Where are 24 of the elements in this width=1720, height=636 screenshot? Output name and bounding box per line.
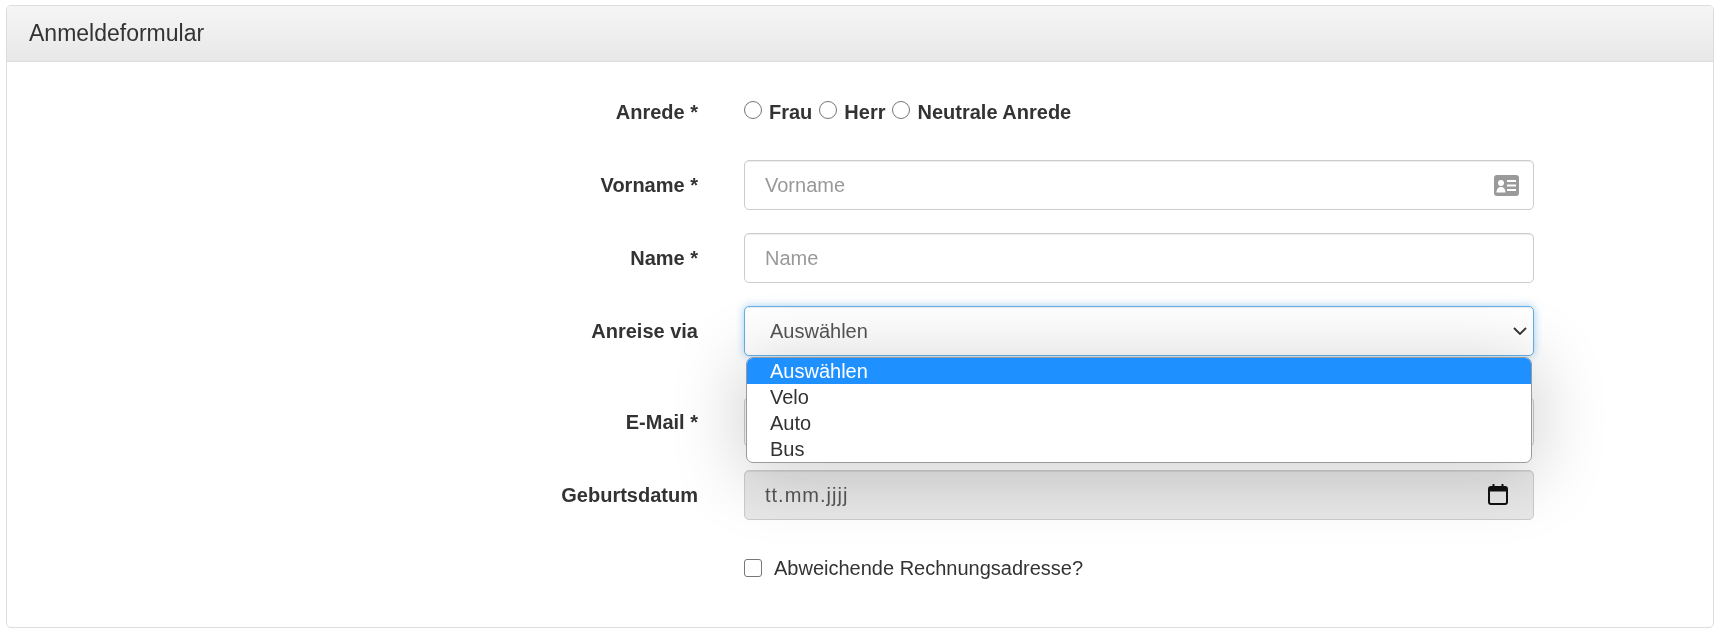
checkbox[interactable]: [744, 559, 762, 577]
radio-button[interactable]: [892, 101, 911, 119]
dropdown-option[interactable]: Velo: [747, 384, 1531, 410]
checkbox-label[interactable]: Abweichende Rechnungsadresse?: [774, 556, 1084, 580]
dropdown-option[interactable]: Auto: [747, 410, 1531, 436]
panel-title: Anmeldeformular: [29, 20, 205, 47]
field-label: Name *: [630, 246, 698, 270]
date-field[interactable]: tt.mm.jjjj: [744, 470, 1534, 520]
radio-button[interactable]: [744, 101, 762, 119]
text-field[interactable]: Vorname: [744, 160, 1534, 210]
select-field[interactable]: Auswählen: [744, 306, 1534, 356]
field-label: Anrede *: [615, 100, 698, 124]
field-label: Anreise via: [591, 319, 698, 343]
calendar-icon[interactable]: [1488, 484, 1508, 505]
radio-label[interactable]: Herr: [844, 100, 886, 124]
text-field[interactable]: Name: [744, 233, 1534, 283]
dropdown-option[interactable]: Bus: [747, 436, 1531, 462]
field-label: Vorname *: [600, 173, 698, 197]
chevron-icon: [1513, 327, 1527, 335]
radio-button[interactable]: [819, 101, 838, 119]
field-label: E-Mail *: [625, 410, 698, 434]
field-label: Geburtsdatum: [561, 483, 698, 507]
radio-label[interactable]: Frau: [769, 100, 813, 124]
radio-label[interactable]: Neutrale Anrede: [917, 100, 1072, 124]
